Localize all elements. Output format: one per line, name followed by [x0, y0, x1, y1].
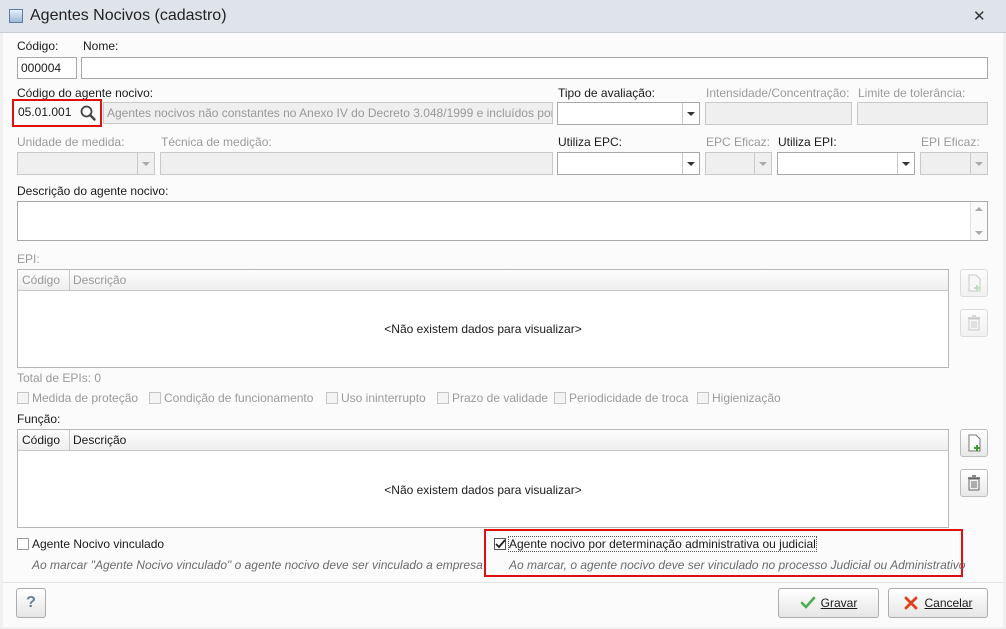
label-condicao-funcionamento: Condição de funcionamento	[164, 391, 314, 405]
intensidade-field	[705, 102, 852, 125]
label-periodicidade-troca: Periodicidade de troca	[569, 391, 689, 405]
help-button[interactable]: ?	[16, 588, 46, 618]
funcao-label: Função:	[17, 412, 61, 426]
tipo-avaliacao-select[interactable]	[557, 102, 700, 125]
window-title: Agentes Nocivos (cadastro)	[30, 7, 227, 24]
epc-eficaz-select	[705, 152, 772, 175]
search-icon[interactable]	[78, 103, 98, 123]
checkmark-icon	[800, 596, 815, 609]
cancel-x-icon	[905, 596, 918, 610]
codigo-field[interactable]: 000004	[17, 57, 77, 79]
utiliza-epi-label: Utiliza EPI:	[778, 135, 837, 149]
codigo-agente-field[interactable]: 05.01.001	[15, 102, 75, 124]
epi-delete-button[interactable]	[960, 309, 988, 337]
epi-grid[interactable]: Código Descrição <Não existem dados para…	[17, 269, 949, 368]
codigo-agente-label: Código do agente nocivo:	[17, 86, 154, 100]
vinculado-label[interactable]: Agente Nocivo vinculado	[32, 537, 164, 551]
determinacao-hint: Ao marcar, o agente nocivo deve ser vinc…	[509, 558, 966, 572]
add-document-icon	[968, 434, 981, 452]
label-prazo-validade: Prazo de validade	[452, 391, 549, 405]
epc-eficaz-label: EPC Eficaz:	[706, 135, 771, 149]
chevron-down-icon[interactable]	[682, 103, 699, 124]
trash-icon	[968, 475, 980, 491]
checkbox-periodicidade-troca	[554, 392, 566, 404]
utiliza-epi-select[interactable]	[777, 152, 915, 175]
checkbox-medida-protecao	[17, 392, 29, 404]
descricao-textarea[interactable]	[17, 201, 988, 241]
save-button[interactable]: Gravar	[778, 588, 879, 618]
epi-eficaz-select	[920, 152, 988, 175]
close-icon[interactable]: ✕	[973, 7, 986, 25]
trash-icon	[968, 315, 980, 331]
nome-field[interactable]	[81, 57, 988, 79]
unidade-label: Unidade de medida:	[17, 135, 125, 149]
utiliza-epc-select[interactable]	[557, 152, 700, 175]
intensidade-label: Intensidade/Concentração:	[706, 86, 850, 100]
cancel-label: Cancelar	[924, 596, 973, 610]
chevron-down-icon[interactable]	[897, 153, 914, 174]
funcao-col-descricao[interactable]: Descrição	[73, 433, 126, 447]
chevron-down-icon[interactable]	[682, 153, 699, 174]
scrollbar[interactable]	[970, 202, 987, 240]
scroll-down-icon[interactable]	[975, 231, 983, 235]
add-document-icon	[968, 274, 981, 292]
scroll-up-icon[interactable]	[975, 207, 983, 211]
vinculado-checkbox[interactable]	[17, 538, 29, 550]
checkbox-higienizacao	[697, 392, 709, 404]
limite-field	[857, 102, 988, 125]
descricao-label: Descrição do agente nocivo:	[17, 184, 169, 198]
utiliza-epc-label: Utiliza EPC:	[558, 135, 623, 149]
tecnica-label: Técnica de medição:	[161, 135, 272, 149]
epi-total: Total de EPIs: 0	[17, 371, 102, 385]
funcao-add-button[interactable]	[960, 429, 988, 457]
checkbox-prazo-validade	[437, 392, 449, 404]
label-higienizacao: Higienização	[712, 391, 781, 405]
funcao-grid-header: Código Descrição	[18, 430, 948, 451]
column-divider	[69, 270, 70, 290]
label-medida-protecao: Medida de proteção	[32, 391, 139, 405]
checkmark-icon	[495, 539, 506, 549]
codigo-label: Código:	[17, 39, 59, 53]
chevron-down-icon	[970, 153, 987, 174]
determinacao-checkbox[interactable]	[494, 538, 506, 550]
determinacao-label[interactable]: Agente nocivo por determinação administr…	[508, 536, 817, 552]
epi-eficaz-label: EPI Eficaz:	[921, 135, 980, 149]
vinculado-hint: Ao marcar "Agente Nocivo vinculado" o ag…	[32, 558, 483, 572]
chevron-down-icon	[137, 153, 154, 174]
epi-add-button[interactable]	[960, 269, 988, 297]
funcao-delete-button[interactable]	[960, 469, 988, 497]
epi-label: EPI:	[17, 252, 40, 266]
unidade-select	[17, 152, 155, 175]
nome-label: Nome:	[83, 39, 119, 53]
epi-col-codigo[interactable]: Código	[22, 273, 60, 287]
funcao-grid[interactable]: Código Descrição <Não existem dados para…	[17, 429, 949, 528]
label-uso-ininterrupto: Uso ininterrupto	[341, 391, 426, 405]
tecnica-field	[160, 152, 553, 175]
tipo-avaliacao-label: Tipo de avaliação:	[558, 86, 655, 100]
epi-empty-message: <Não existem dados para visualizar>	[384, 322, 582, 336]
column-divider	[69, 430, 70, 450]
epi-grid-header: Código Descrição	[18, 270, 948, 291]
checkbox-condicao-funcionamento	[149, 392, 161, 404]
limite-label: Limite de tolerância:	[858, 86, 966, 100]
codigo-agente-description: Agentes nocivos não constantes no Anexo …	[103, 102, 553, 124]
chevron-down-icon	[754, 153, 771, 174]
epi-col-descricao[interactable]: Descrição	[73, 273, 126, 287]
footer-divider	[3, 582, 1003, 583]
save-label: Gravar	[820, 596, 858, 610]
cancel-button[interactable]: Cancelar	[888, 588, 988, 618]
funcao-col-codigo[interactable]: Código	[22, 433, 60, 447]
funcao-empty-message: <Não existem dados para visualizar>	[384, 483, 582, 497]
checkbox-uso-ininterrupto	[326, 392, 338, 404]
app-icon	[9, 9, 23, 23]
